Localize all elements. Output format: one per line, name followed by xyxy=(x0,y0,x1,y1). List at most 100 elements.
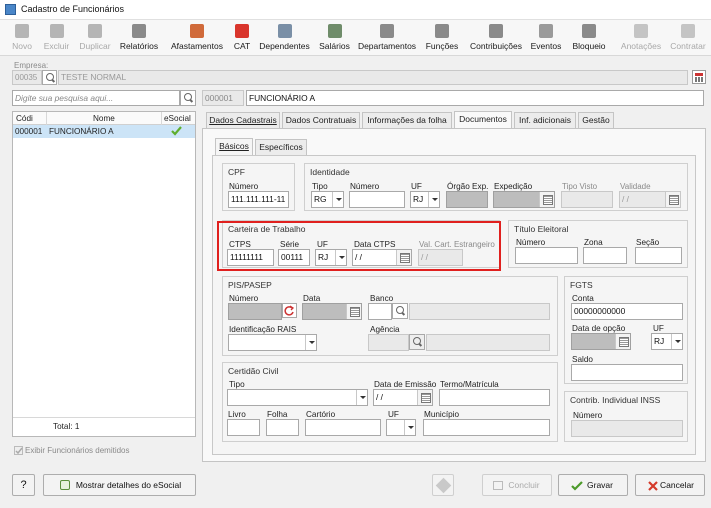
row-name: FUNCIONÁRIO A xyxy=(49,127,114,136)
events-icon xyxy=(539,24,553,38)
certidao-data-label: Data de Emissão xyxy=(374,380,437,389)
toolbar-label: Afastamentos xyxy=(171,41,223,51)
toolbar-eventos-button[interactable]: Eventos xyxy=(528,20,564,56)
pis-rais-select[interactable] xyxy=(228,334,317,351)
empresa-label: Empresa: xyxy=(14,61,49,70)
toolbar-relatorios-button[interactable]: Relatórios xyxy=(118,20,160,56)
pis-title: PIS/PASEP xyxy=(228,280,272,290)
cpf-field[interactable]: 111.111.111-11 xyxy=(228,191,289,208)
refresh-icon[interactable] xyxy=(282,303,297,318)
fgts-saldo-field[interactable] xyxy=(571,364,683,381)
certidao-cartorio-field[interactable] xyxy=(305,419,381,436)
header-esocial[interactable]: eSocial xyxy=(164,114,191,123)
certidao-livro-field[interactable] xyxy=(227,419,260,436)
toolbar-contribuicoes-button[interactable]: Contribuições xyxy=(466,20,526,56)
header-name[interactable]: Nome xyxy=(93,114,115,123)
agencia-search-icon xyxy=(409,334,425,350)
certidao-termo-field[interactable] xyxy=(439,389,550,406)
search-icon[interactable] xyxy=(180,90,196,106)
certidao-tipo-select[interactable] xyxy=(227,389,368,406)
report-icon xyxy=(132,24,146,38)
toolbar-bloqueio-button[interactable]: Bloqueio xyxy=(570,20,608,56)
header-code[interactable]: Códi xyxy=(16,114,33,123)
duplicate-icon xyxy=(88,24,102,38)
print-icon xyxy=(493,481,503,490)
calendar-icon[interactable] xyxy=(417,390,432,405)
esocial-details-button[interactable]: Mostrar detalhes do eSocial xyxy=(43,474,196,496)
certidao-tipo-label: Tipo xyxy=(229,380,245,389)
fgts-conta-label: Conta xyxy=(572,294,594,303)
tab-inf-adicionais[interactable]: Inf. adicionais xyxy=(514,112,576,128)
certidao-municipio-field[interactable] xyxy=(423,419,550,436)
inss-numero-field xyxy=(571,420,683,437)
empresa-code-field: 00035 xyxy=(12,70,42,85)
pis-agencia-label: Agência xyxy=(370,325,400,334)
toolbar-duplicar-button: Duplicar xyxy=(76,20,114,56)
pis-data-field[interactable] xyxy=(302,303,362,320)
tab-gestao[interactable]: Gestão xyxy=(578,112,614,128)
toolbar-novo-button: Novo xyxy=(8,20,36,56)
show-dismissed-checkbox[interactable] xyxy=(14,446,23,455)
fgts-conta-field[interactable]: 00000000000 xyxy=(571,303,683,320)
identidade-tipo-visto-field xyxy=(561,191,613,208)
titulo-title: Título Eleitoral xyxy=(514,224,569,234)
pis-banco-label: Banco xyxy=(370,294,394,303)
titulo-zona-field[interactable] xyxy=(583,247,627,264)
toolbar-funcoes-button[interactable]: Funções xyxy=(422,20,462,56)
help-button[interactable]: ? xyxy=(12,474,35,496)
calendar-icon[interactable] xyxy=(615,334,630,349)
identidade-uf-select[interactable]: RJ xyxy=(410,191,440,208)
identidade-expedicao-field[interactable] xyxy=(493,191,555,208)
toolbar-label: Duplicar xyxy=(79,41,111,51)
empresa-search-icon[interactable] xyxy=(42,70,57,85)
certidao-uf-select[interactable] xyxy=(386,419,416,436)
certidao-folha-field[interactable] xyxy=(266,419,299,436)
toolbar-label: Anotações xyxy=(620,41,662,51)
toolbar-departamentos-button[interactable]: Departamentos xyxy=(356,20,418,56)
pis-agencia-code-field xyxy=(368,334,409,351)
toolbar-excluir-button: Excluir xyxy=(40,20,73,56)
department-icon xyxy=(380,24,394,38)
search-input[interactable]: Digite sua pesquisa aqui... xyxy=(12,90,180,106)
tab-dados-cadastrais[interactable]: Dados Cadastrais xyxy=(206,112,280,128)
table-row[interactable]: 000001 FUNCIONÁRIO A xyxy=(13,125,195,138)
banco-search-icon[interactable] xyxy=(392,303,408,319)
calendar-icon xyxy=(665,192,680,207)
identidade-numero-field[interactable] xyxy=(349,191,405,208)
toolbar-dependentes-button[interactable]: Dependentes xyxy=(256,20,313,56)
fgts-uf-select[interactable]: RJ xyxy=(651,333,683,350)
certidao-data-field[interactable]: / / xyxy=(373,389,433,406)
fgts-data-field[interactable] xyxy=(571,333,631,350)
pis-numero-field[interactable] xyxy=(228,303,282,320)
subtab-especificos[interactable]: Específicos xyxy=(255,139,307,155)
toolbar-afastamentos-button[interactable]: Afastamentos xyxy=(168,20,226,56)
toolbar-label: Excluir xyxy=(43,41,70,51)
identidade-expedicao-label: Expedição xyxy=(494,182,533,191)
toolbar-contratar-button: Contratar xyxy=(668,20,708,56)
pis-banco-code-field[interactable] xyxy=(368,303,392,320)
toolbar-cat-button[interactable]: CAT xyxy=(230,20,254,56)
identidade-tipo-select[interactable]: RG xyxy=(311,191,344,208)
gravar-button[interactable]: Gravar xyxy=(558,474,628,496)
tab-documentos[interactable]: Documentos xyxy=(454,111,512,128)
pis-data-label: Data xyxy=(303,294,321,303)
titulo-numero-field[interactable] xyxy=(515,247,578,264)
employee-list: Códi Nome eSocial 000001 FUNCIONÁRIO A T… xyxy=(12,111,196,437)
pis-banco-name-field xyxy=(409,303,550,320)
titulo-secao-field[interactable] xyxy=(635,247,682,264)
subtab-basicos[interactable]: Básicos xyxy=(215,138,253,155)
trash-icon xyxy=(49,24,64,38)
toolbar-salarios-button[interactable]: Salários xyxy=(316,20,353,56)
calendar-icon[interactable] xyxy=(539,192,554,207)
tab-dados-contratuais[interactable]: Dados Contratuais xyxy=(282,112,360,128)
employee-name-field[interactable]: FUNCIONÁRIO A xyxy=(246,90,704,106)
calculator-icon[interactable] xyxy=(692,70,706,84)
identidade-orgao-field[interactable] xyxy=(446,191,488,208)
cancelar-button[interactable]: Cancelar xyxy=(635,474,705,496)
calendar-icon[interactable] xyxy=(346,304,361,319)
identidade-tipo-label: Tipo xyxy=(312,182,328,191)
pis-numero-label: Número xyxy=(229,294,259,303)
app-icon xyxy=(5,4,16,15)
tab-informacoes-folha[interactable]: Informações da folha xyxy=(362,112,452,128)
certidao-municipio-label: Município xyxy=(424,410,460,419)
